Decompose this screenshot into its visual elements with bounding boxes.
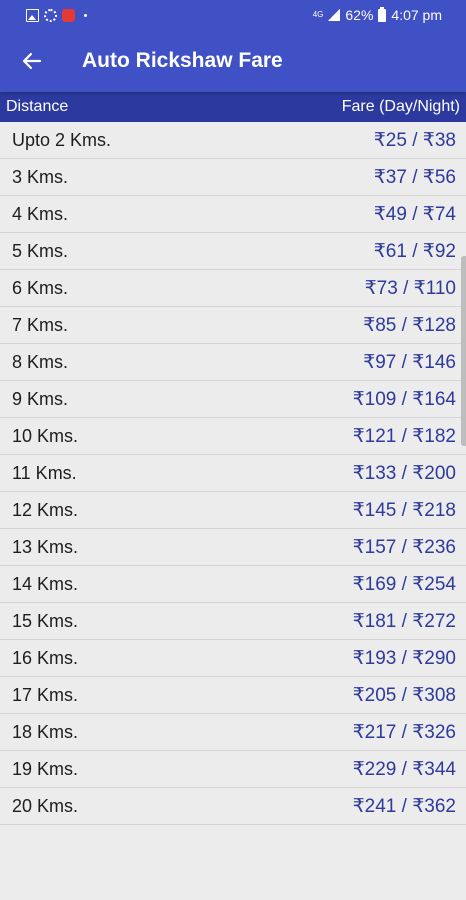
status-right: 4G 62% 4:07 pm xyxy=(312,6,442,23)
distance-cell: 13 Kms. xyxy=(12,536,79,557)
table-row[interactable]: 7 Kms. ₹85 / ₹128 xyxy=(0,307,466,344)
table-row[interactable]: 4 Kms. ₹49 / ₹74 xyxy=(0,196,466,233)
fare-cell: ₹49 / ₹74 xyxy=(373,203,456,225)
battery-percent: 62% xyxy=(345,7,374,23)
distance-cell: 17 Kms. xyxy=(12,684,79,705)
fare-cell: ₹169 / ₹254 xyxy=(352,573,456,595)
header-distance: Distance xyxy=(6,98,69,115)
distance-cell: 19 Kms. xyxy=(12,758,79,779)
signal-icon xyxy=(328,9,341,21)
table-row[interactable]: 12 Kms. ₹145 / ₹218 xyxy=(0,492,466,529)
table-row[interactable]: 6 Kms. ₹73 / ₹110 xyxy=(0,270,466,307)
fare-cell: ₹133 / ₹200 xyxy=(352,462,456,484)
distance-cell: 18 Kms. xyxy=(12,721,79,742)
distance-cell: 11 Kms. xyxy=(12,462,77,483)
fare-cell: ₹97 / ₹146 xyxy=(363,351,456,373)
distance-cell: 7 Kms. xyxy=(12,314,69,335)
fare-cell: ₹217 / ₹326 xyxy=(352,721,456,743)
table-row[interactable]: 13 Kms. ₹157 / ₹236 xyxy=(0,529,466,566)
distance-cell: 16 Kms. xyxy=(12,647,79,668)
header-fare: Fare (Day/Night) xyxy=(341,98,460,115)
distance-cell: 20 Kms. xyxy=(12,795,79,816)
distance-cell: 15 Kms. xyxy=(12,610,79,631)
status-bar: 4G 62% 4:07 pm xyxy=(0,0,466,30)
fare-cell: ₹229 / ₹344 xyxy=(352,758,456,780)
distance-cell: 3 Kms. xyxy=(12,166,69,187)
notification-app-icon xyxy=(62,8,75,22)
fare-cell: ₹85 / ₹128 xyxy=(363,314,456,336)
fare-cell: ₹145 / ₹218 xyxy=(352,499,456,521)
distance-cell: 9 Kms. xyxy=(12,388,69,409)
distance-cell: 6 Kms. xyxy=(12,277,69,298)
gallery-icon xyxy=(26,8,39,22)
table-row[interactable]: 5 Kms. ₹61 / ₹92 xyxy=(0,233,466,270)
table-row[interactable]: 3 Kms. ₹37 / ₹56 xyxy=(0,159,466,196)
fare-cell: ₹25 / ₹38 xyxy=(373,129,456,151)
scrollbar-thumb[interactable] xyxy=(461,256,466,446)
arrow-left-icon xyxy=(22,52,42,70)
settings-icon xyxy=(44,8,57,22)
fare-cell: ₹37 / ₹56 xyxy=(373,166,456,188)
status-left xyxy=(26,8,87,22)
fare-list[interactable]: Upto 2 Kms. ₹25 / ₹38 3 Kms. ₹37 / ₹56 4 Kms… xyxy=(0,122,466,825)
fare-cell: ₹193 / ₹290 xyxy=(352,647,456,669)
table-row[interactable]: 17 Kms. ₹205 / ₹308 xyxy=(0,677,466,714)
distance-cell: 12 Kms. xyxy=(12,499,79,520)
table-row[interactable]: 15 Kms. ₹181 / ₹272 xyxy=(0,603,466,640)
network-type-label: 4G xyxy=(312,10,324,19)
more-notifications-icon xyxy=(84,13,87,17)
table-row[interactable]: 8 Kms. ₹97 / ₹146 xyxy=(0,344,466,381)
fare-cell: ₹181 / ₹272 xyxy=(352,610,456,632)
table-row[interactable]: 14 Kms. ₹169 / ₹254 xyxy=(0,566,466,603)
distance-cell: 14 Kms. xyxy=(12,573,79,594)
table-row[interactable]: 20 Kms. ₹241 / ₹362 xyxy=(0,788,466,825)
fare-cell: ₹241 / ₹362 xyxy=(352,795,456,817)
distance-cell: 4 Kms. xyxy=(12,203,69,224)
fare-cell: ₹205 / ₹308 xyxy=(352,684,456,706)
table-row[interactable]: 9 Kms. ₹109 / ₹164 xyxy=(0,381,466,418)
back-button[interactable] xyxy=(0,30,64,92)
table-row[interactable]: 18 Kms. ₹217 / ₹326 xyxy=(0,714,466,751)
distance-cell: 10 Kms. xyxy=(12,425,79,446)
distance-cell: Upto 2 Kms. xyxy=(12,129,112,150)
table-row[interactable]: 19 Kms. ₹229 / ₹344 xyxy=(0,751,466,788)
table-row[interactable]: 16 Kms. ₹193 / ₹290 xyxy=(0,640,466,677)
fare-cell: ₹109 / ₹164 xyxy=(352,388,456,410)
fare-cell: ₹157 / ₹236 xyxy=(352,536,456,558)
fare-cell: ₹73 / ₹110 xyxy=(364,277,456,299)
table-header: Distance Fare (Day/Night) xyxy=(0,92,466,122)
distance-cell: 5 Kms. xyxy=(12,240,69,261)
battery-icon xyxy=(378,6,387,22)
clock: 4:07 pm xyxy=(391,7,442,23)
table-row[interactable]: Upto 2 Kms. ₹25 / ₹38 xyxy=(0,122,466,159)
table-row[interactable]: 10 Kms. ₹121 / ₹182 xyxy=(0,418,466,455)
app-bar: Auto Rickshaw Fare xyxy=(0,30,466,92)
fare-cell: ₹61 / ₹92 xyxy=(373,240,456,262)
table-row[interactable]: 11 Kms. ₹133 / ₹200 xyxy=(0,455,466,492)
fare-cell: ₹121 / ₹182 xyxy=(352,425,456,447)
page-title: Auto Rickshaw Fare xyxy=(82,49,283,72)
distance-cell: 8 Kms. xyxy=(12,351,69,372)
